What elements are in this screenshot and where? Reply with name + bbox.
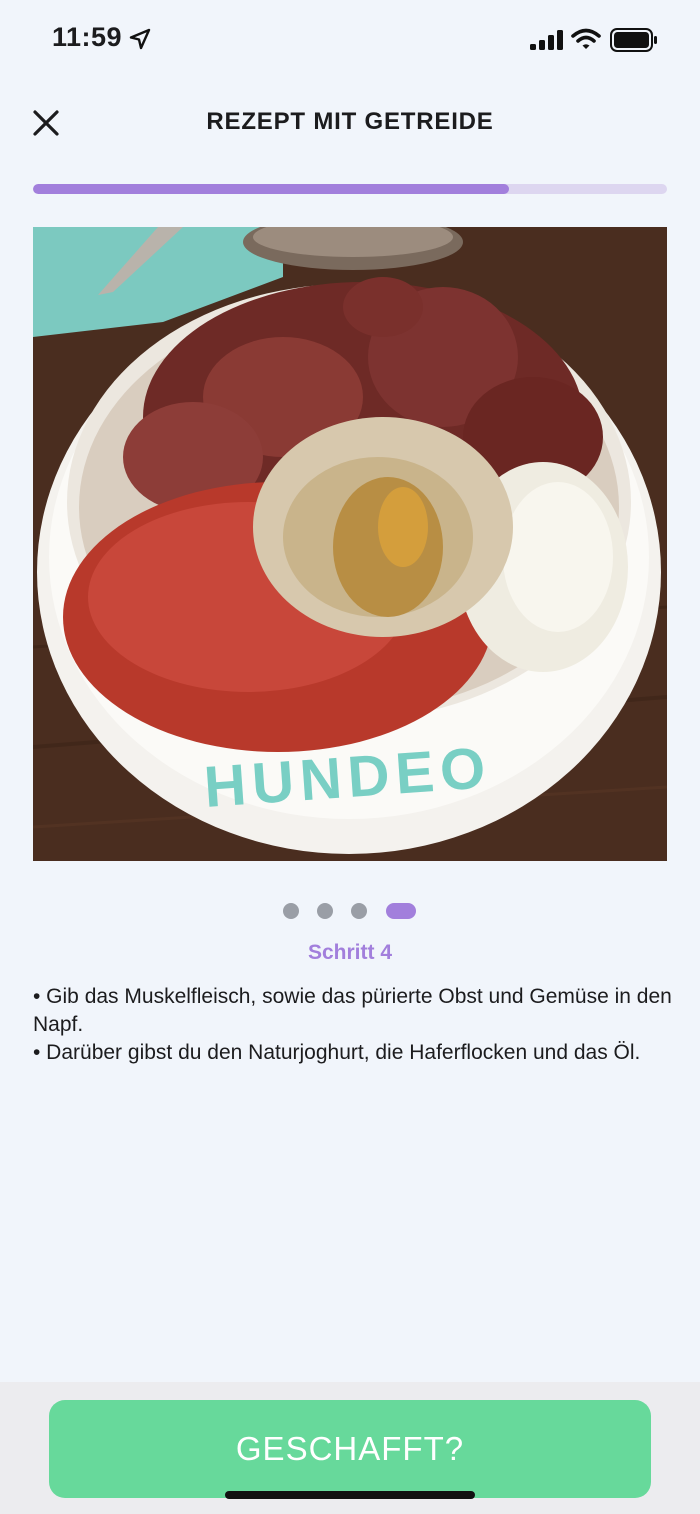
done-button[interactable]: GESCHAFFT? <box>49 1400 651 1498</box>
pager-dot-3[interactable] <box>351 903 367 919</box>
location-arrow-icon <box>129 28 151 50</box>
status-time: 11:59 <box>52 22 123 52</box>
step-label: Schritt 4 <box>307 941 393 964</box>
pager-dot-2[interactable] <box>317 903 333 919</box>
home-indicator <box>225 1491 475 1499</box>
recipe-step-screen: 11:59 REZEPT MIT GETREIDE HUNDEO Schritt… <box>0 0 700 1514</box>
step-instructions: • Gib das Muskelfleisch, sowie das pürie… <box>33 983 673 1067</box>
recipe-progress-bar <box>33 184 667 194</box>
pager-dot-4-active[interactable] <box>386 903 416 919</box>
progress-fill <box>33 184 509 194</box>
pager-dot-1[interactable] <box>283 903 299 919</box>
battery-icon <box>610 28 657 52</box>
status-bar: 11:59 <box>0 0 700 80</box>
instruction-line: • Darüber gibst du den Naturjoghurt, die… <box>33 1041 641 1064</box>
wifi-icon <box>571 28 601 49</box>
instruction-line: • Gib das Muskelfleisch, sowie das pürie… <box>33 985 672 1036</box>
cellular-signal-icon <box>530 30 563 50</box>
step-photo: HUNDEO <box>33 227 667 861</box>
page-title: REZEPT MIT GETREIDE <box>206 108 494 135</box>
